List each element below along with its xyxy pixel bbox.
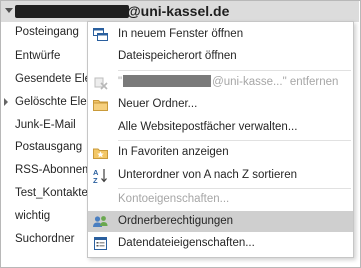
- menu-open-new-window[interactable]: In neuem Fenster öffnen: [88, 24, 353, 45]
- svg-text:Z: Z: [93, 176, 98, 184]
- menu-data-file-properties[interactable]: Datendateieigenschaften...: [88, 233, 353, 254]
- redacted-account-name: [123, 75, 212, 87]
- menu-separator: [118, 70, 351, 71]
- menu-label: Dateispeicherort öffnen: [118, 50, 237, 62]
- folder-geloeschte-elemente[interactable]: Gelöschte Ele: [15, 92, 87, 112]
- remove-mailbox-icon: [94, 77, 108, 90]
- folder-permissions-icon: [93, 216, 108, 227]
- folder-entwuerfe[interactable]: Entwürfe: [15, 46, 60, 66]
- folder-posteingang[interactable]: Posteingang: [15, 22, 79, 42]
- folder-wichtig[interactable]: wichtig: [15, 206, 50, 226]
- new-folder-icon: [93, 100, 108, 111]
- menu-manage-public-folders[interactable]: Alle Websitepostfächer verwalten...: [88, 117, 353, 138]
- collapse-arrow-icon[interactable]: [5, 8, 13, 13]
- folder-context-menu: In neuem Fenster öffnen Dateispeicherort…: [87, 21, 354, 258]
- menu-open-file-location[interactable]: Dateispeicherort öffnen: [88, 46, 353, 67]
- menu-label: Datendateieigenschaften...: [118, 237, 255, 249]
- remove-label-verb: entfernen: [289, 76, 339, 88]
- menu-label: Unterordner von A nach Z sortieren: [118, 169, 297, 181]
- menu-label: Ordnerberechtigungen: [118, 215, 234, 227]
- menu-label: Kontoeigenschaften...: [118, 193, 230, 205]
- menu-separator: [118, 140, 351, 141]
- menu-label: In neuem Fenster öffnen: [118, 28, 244, 40]
- menu-show-in-favorites[interactable]: In Favoriten anzeigen: [88, 142, 353, 163]
- menu-account-properties: Kontoeigenschaften...: [88, 189, 353, 210]
- menu-label: Alle Websitepostfächer verwalten...: [118, 121, 298, 133]
- menu-new-folder[interactable]: Neuer Ordner...: [88, 94, 353, 115]
- remove-label-domain: @uni-kasse...": [212, 76, 287, 88]
- menu-remove-account: " @uni-kasse..." entfernen: [88, 72, 353, 93]
- account-header[interactable]: @uni-kassel.de: [1, 1, 359, 22]
- folder-junk-e-mail[interactable]: Junk-E-Mail: [15, 115, 76, 135]
- menu-label: Neuer Ordner...: [118, 98, 198, 110]
- folder-test-kontakte[interactable]: Test_Kontakte: [15, 183, 88, 203]
- properties-icon: [94, 237, 107, 250]
- menu-sort-subfolders[interactable]: A Z Unterordner von A nach Z sortieren: [88, 165, 353, 186]
- folder-postausgang[interactable]: Postausgang: [15, 137, 82, 157]
- folder-gesendete-elemente[interactable]: Gesendete Ele: [15, 69, 91, 89]
- new-window-icon: [93, 28, 108, 41]
- folder-suchordner[interactable]: Suchordner: [15, 229, 74, 249]
- expand-arrow-icon[interactable]: [4, 98, 8, 106]
- account-domain: @uni-kassel.de: [127, 3, 230, 19]
- menu-label: In Favoriten anzeigen: [118, 146, 229, 158]
- folder-rss-abonnements[interactable]: RSS-Abonnem: [15, 160, 92, 180]
- menu-folder-permissions[interactable]: Ordnerberechtigungen: [88, 211, 353, 232]
- remove-label-quote: ": [118, 76, 123, 88]
- sort-az-icon: A Z: [93, 168, 107, 184]
- menu-label: " @uni-kasse..." entfernen: [118, 72, 338, 93]
- favorites-star-icon: [93, 148, 108, 159]
- redacted-account-name: [15, 5, 129, 18]
